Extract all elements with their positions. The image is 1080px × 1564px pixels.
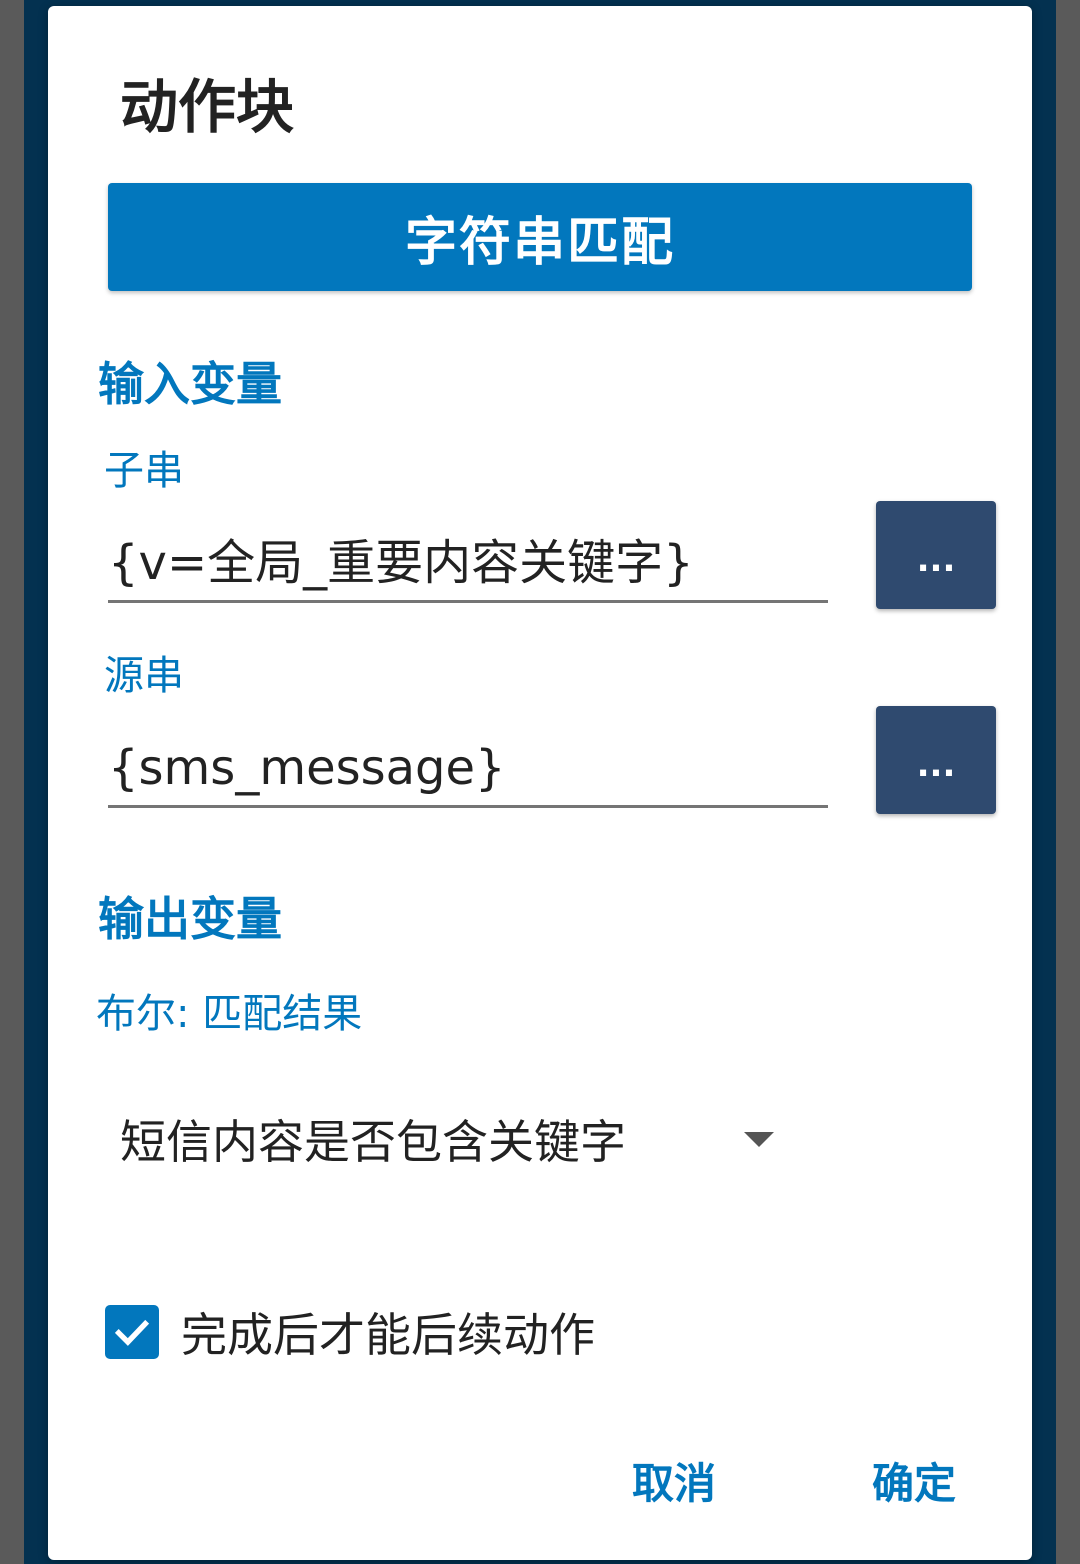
substring-input[interactable]: {v=全局_重要内容关键字} xyxy=(108,530,828,603)
output-variables-heading: 输出变量 xyxy=(98,892,282,946)
dialog-title: 动作块 xyxy=(120,73,295,141)
confirm-button[interactable]: 确定 xyxy=(864,1452,964,1516)
match-result-label: 布尔: 匹配结果 xyxy=(96,991,363,1037)
wait-completion-checkbox[interactable] xyxy=(105,1305,159,1359)
input-variables-heading: 输入变量 xyxy=(98,357,282,411)
more-icon: ... xyxy=(916,540,956,580)
dropdown-selected-value: 短信内容是否包含关键字 xyxy=(120,1115,626,1169)
dropdown-arrow-icon xyxy=(744,1131,774,1147)
wait-completion-label: 完成后才能后续动作 xyxy=(181,1308,595,1362)
action-type-button[interactable]: 字符串匹配 xyxy=(108,183,972,291)
output-variable-dropdown[interactable]: 短信内容是否包含关键字 xyxy=(120,1104,780,1174)
checkmark-icon xyxy=(114,1319,150,1346)
substring-label: 子串 xyxy=(104,448,184,494)
cancel-button[interactable]: 取消 xyxy=(624,1452,724,1516)
substring-picker-button[interactable]: ... xyxy=(876,501,996,609)
more-icon: ... xyxy=(916,745,956,785)
wait-completion-option[interactable]: 完成后才能后续动作 xyxy=(105,1296,595,1368)
source-string-input[interactable]: {sms_message} xyxy=(108,735,828,808)
source-string-picker-button[interactable]: ... xyxy=(876,706,996,814)
action-block-dialog: 动作块 字符串匹配 输入变量 子串 {v=全局_重要内容关键字} ... 源串 … xyxy=(48,6,1032,1560)
source-string-label: 源串 xyxy=(104,653,184,699)
